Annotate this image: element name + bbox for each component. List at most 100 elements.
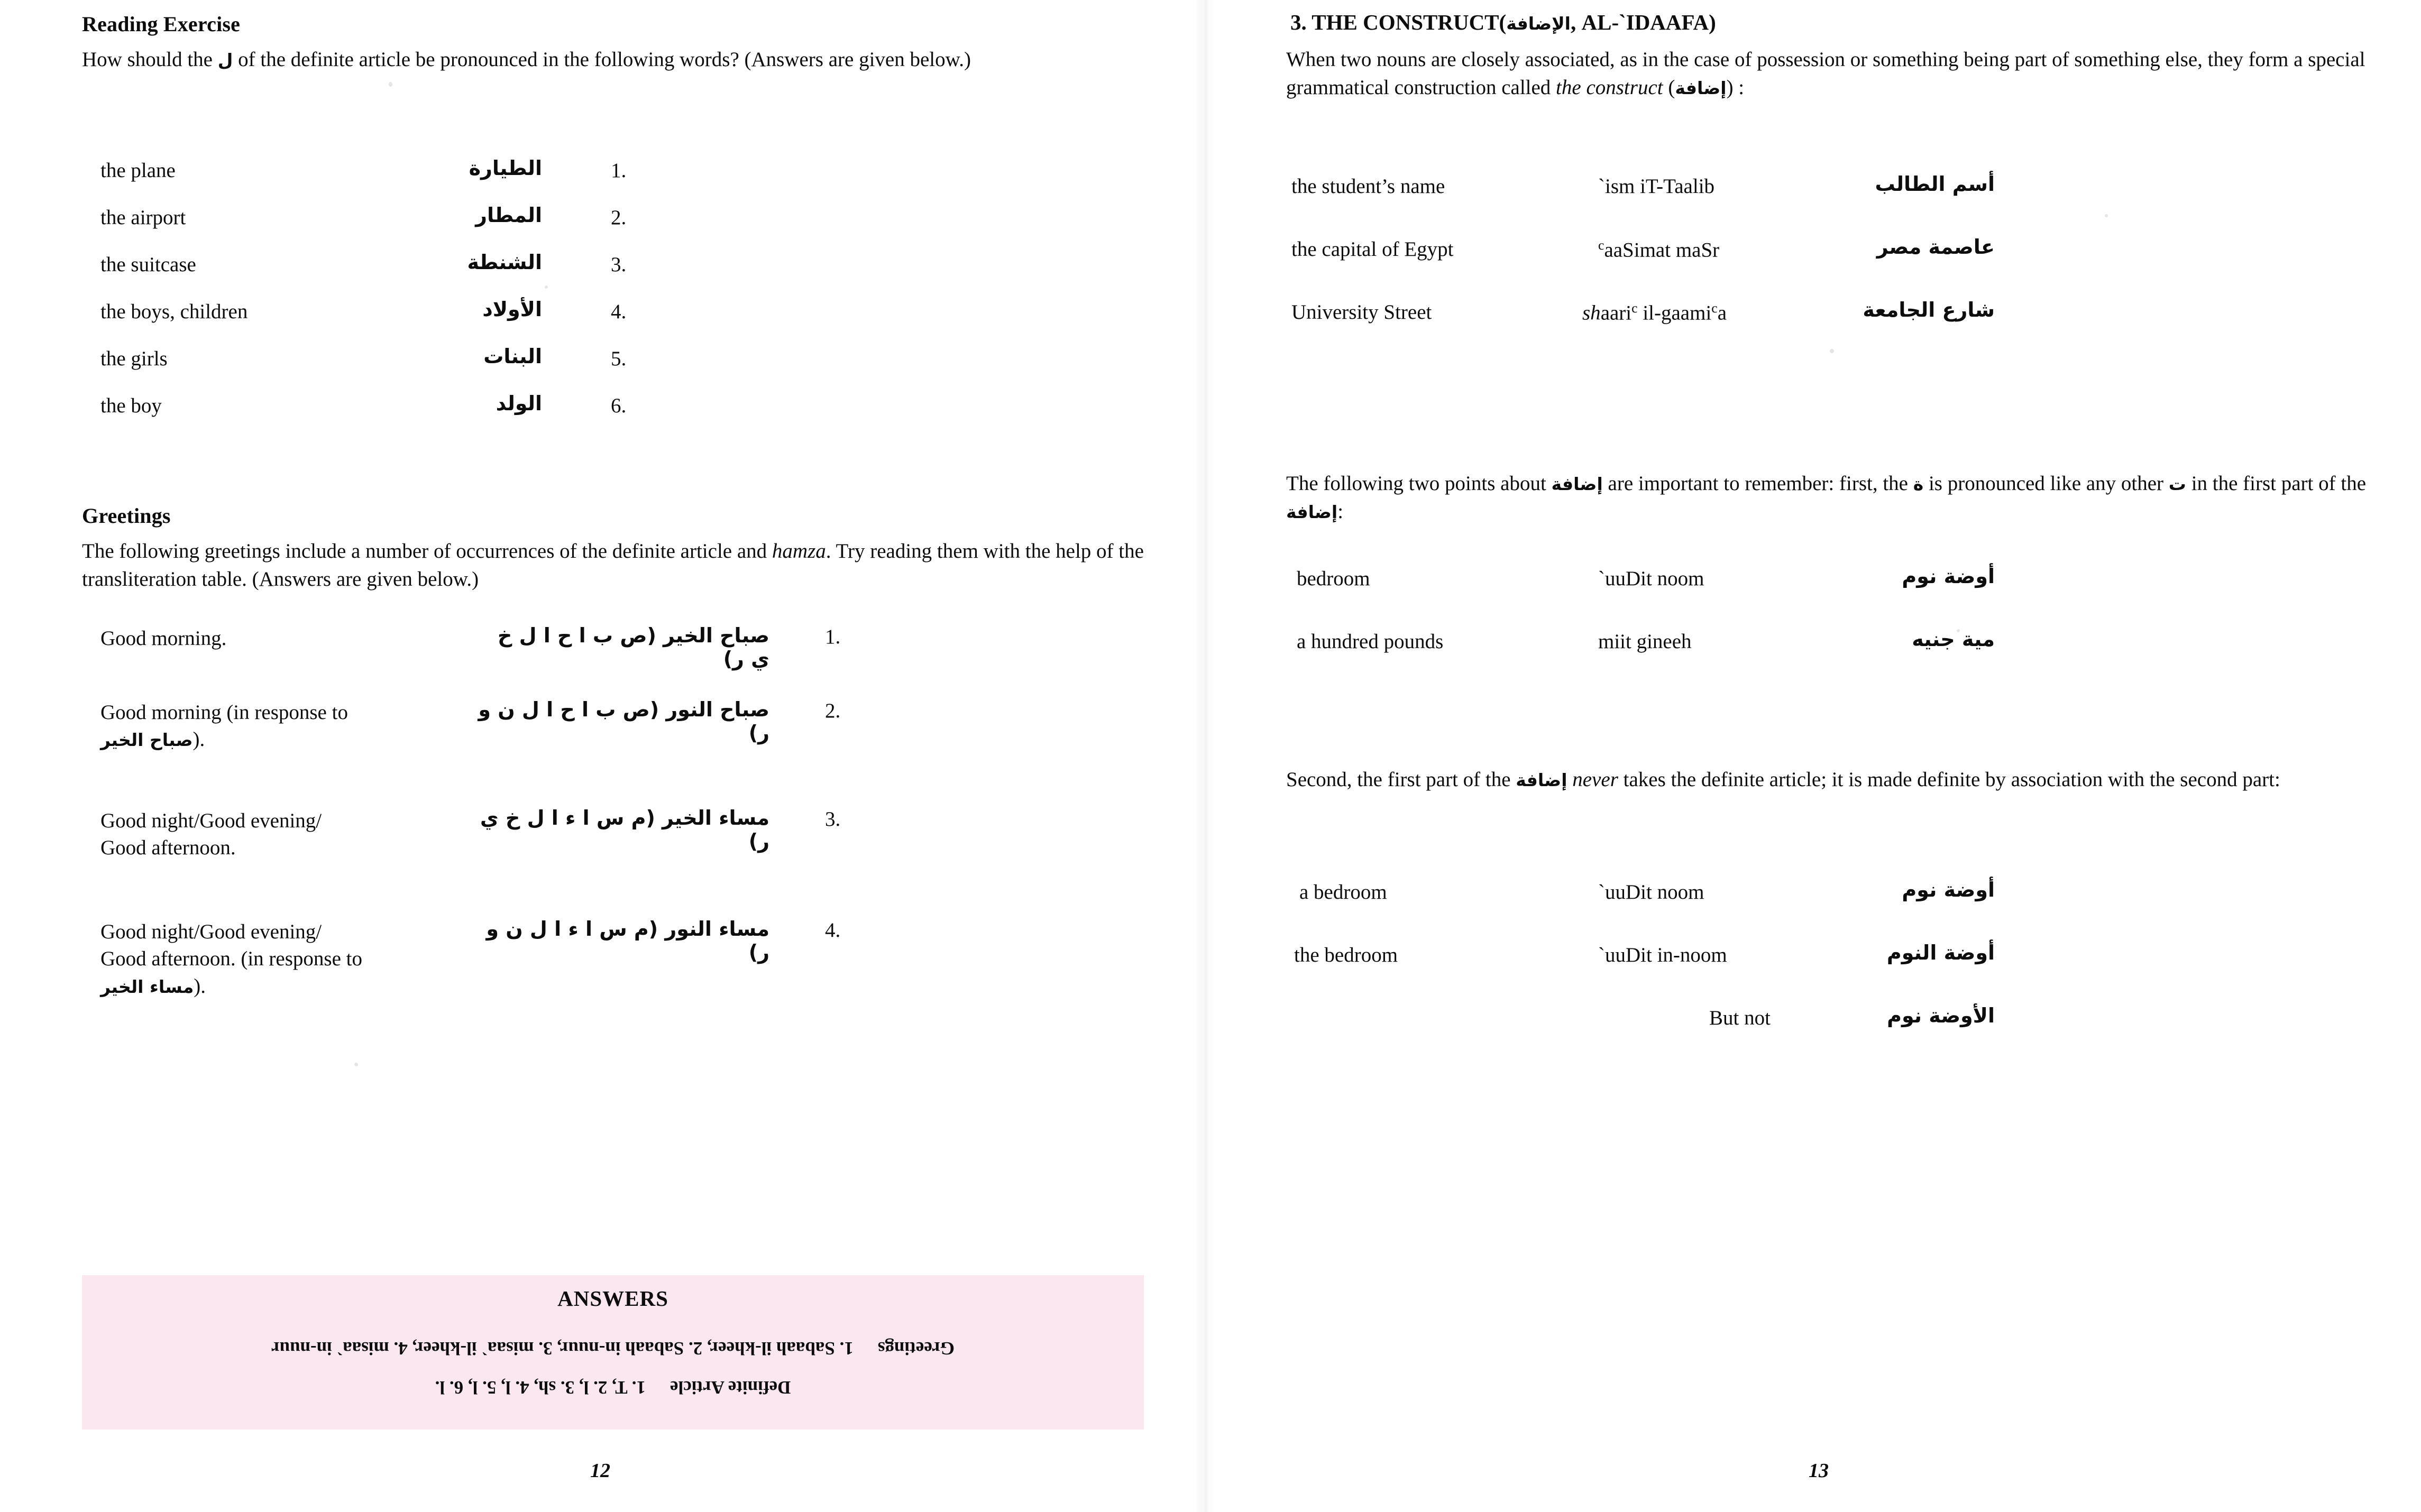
book-spread: Reading Exercise How should the ل of the… — [0, 0, 2421, 1512]
construct-examples-list-2: bedroom `uuDit noom أوضة نوم a hundred p… — [1286, 565, 2185, 693]
example-row: a hundred pounds miit gineeh مية جنيه — [1286, 628, 2185, 693]
greetings-intro: The following greetings include a number… — [82, 537, 1145, 593]
answers-box: ANSWERS Greetings 1. Sabaah il-kheer, 2.… — [82, 1275, 1144, 1430]
section-number: 3. — [1290, 10, 1307, 34]
vocab-arabic: الولد — [496, 392, 542, 415]
greeting-row: Good night/Good evening/ Good afternoon.… — [82, 806, 1087, 918]
vocab-arabic: الطيارة — [469, 156, 542, 180]
vocab-number: 6. — [611, 394, 627, 417]
vocab-row: the boy الولد 6. — [82, 392, 690, 441]
construct-examples-list-1: the student’s name `ism iT-Taalib أسم ال… — [1286, 172, 2185, 363]
answers-greetings-row: Greetings 1. Sabaah il-kheer, 2. Sabaah … — [82, 1338, 1144, 1359]
page-gutter — [1196, 0, 1215, 1512]
greeting-arabic: مساء الخير (م س ا ء ا ل خ ي ر) — [480, 806, 769, 853]
greeting-arabic: صباح النور (ص ب ا ح ا ل ن و ر) — [478, 698, 769, 744]
construct-intro-arabic: إضافة — [1675, 78, 1727, 99]
greeting-english: Good night/Good evening/ Good afternoon. — [100, 809, 322, 860]
second-italic-never: never — [1572, 768, 1618, 791]
greeting-english-part2: ). — [192, 728, 205, 751]
vocab-number: 1. — [611, 159, 627, 182]
points-arabic-idaafa-2: إضافة — [1286, 502, 1338, 523]
greetings-intro-part1: The following greetings include a number… — [82, 540, 767, 563]
construct-intro-paragraph: When two nouns are closely associated, a… — [1286, 45, 2378, 102]
vocab-row: the girls البنات 5. — [82, 345, 690, 394]
greeting-row: Good night/Good evening/ Good afternoon.… — [82, 917, 1087, 1029]
page-number-left: 12 — [590, 1460, 610, 1482]
answers-greetings-body: 1. Sabaah il-kheer, 2. Sabaah in-nuur, 3… — [271, 1338, 854, 1359]
greeting-english-arabic: مساء الخير — [100, 976, 194, 997]
vocabulary-list: the plane الطيارة 1. the airport المطار … — [82, 156, 690, 441]
example-transliteration-text: aaSimat maSr — [1604, 238, 1720, 262]
example-english: a bedroom — [1299, 881, 1387, 903]
greeting-number: 1. — [825, 625, 841, 648]
example-transliteration: `ism iT-Taalib — [1598, 175, 1715, 198]
example-row: bedroom `uuDit noom أوضة نوم — [1286, 565, 2185, 630]
example-transliteration: `uuDit noom — [1598, 567, 1704, 590]
greeting-english-part1: Good morning (in response to — [100, 701, 348, 724]
construct-intro-part1: When two nouns are closely associated, a… — [1286, 48, 2365, 99]
section-paren-open: ( — [1499, 10, 1507, 34]
answers-title: ANSWERS — [557, 1286, 668, 1311]
reading-exercise-heading: Reading Exercise — [82, 12, 241, 36]
example-transliteration: shaaric il-gaamica — [1582, 300, 1727, 325]
page-number-right: 13 — [1809, 1460, 1829, 1482]
points-part2: are important to remember: first, the — [1608, 472, 1908, 495]
example-arabic: مية جنيه — [1912, 628, 1995, 651]
points-arabic-idaafa-1: إضافة — [1551, 474, 1603, 494]
scan-speck — [389, 82, 392, 87]
greeting-number: 3. — [825, 808, 841, 831]
example-transliteration: caaSimat maSr — [1598, 237, 1719, 262]
second-part2: takes the definite article; it is made d… — [1623, 768, 2280, 791]
points-part3: is pronounced like any other — [1928, 472, 2164, 495]
greeting-english: Good night/Good evening/ Good afternoon.… — [100, 918, 365, 1000]
translit-italic-sh: sh — [1582, 301, 1601, 325]
construct-intro-paren: ( — [1668, 76, 1675, 99]
greeting-number: 2. — [825, 699, 841, 722]
greeting-english-part1: Good night/Good evening/ Good afternoon.… — [100, 920, 362, 971]
second-arabic-idaafa: إضافة — [1516, 770, 1567, 790]
example-english: the capital of Egypt — [1291, 238, 1454, 261]
vocab-english: the boys, children — [100, 300, 248, 323]
greeting-english-arabic: صباح الخير — [100, 730, 193, 751]
left-page: Reading Exercise How should the ل of the… — [0, 0, 1200, 1512]
points-arabic-taa-marbuta: ة — [1913, 474, 1924, 494]
vocab-number: 4. — [611, 300, 627, 323]
reading-exercise-intro: How should the ل of the definite article… — [82, 45, 1140, 73]
example-english: bedroom — [1297, 567, 1370, 590]
greeting-english: Good morning. — [100, 627, 227, 650]
example-english: a hundred pounds — [1297, 630, 1444, 653]
scan-speck — [545, 285, 548, 289]
example-english: the student’s name — [1291, 175, 1445, 198]
points-paragraph: The following two points about إضافة are… — [1286, 469, 2381, 525]
example-english: University Street — [1291, 301, 1432, 324]
scan-speck — [1957, 629, 1960, 632]
vocab-number: 3. — [611, 253, 627, 276]
second-part1: Second, the first part of the — [1286, 768, 1511, 791]
points-part5: : — [1337, 500, 1344, 523]
greeting-arabic: صباح الخير (ص ب ا ح ا ل خ ي ر) — [497, 624, 769, 670]
vocab-row: the suitcase الشنطة 3. — [82, 251, 690, 300]
example-row: But not الأوضة نوم — [1286, 1004, 2185, 1069]
greeting-row: Good morning (in response to صباح الخير)… — [82, 698, 1087, 807]
example-row: the student’s name `ism iT-Taalib أسم ال… — [1286, 172, 2185, 237]
translit-rest1: aari — [1600, 301, 1632, 325]
scan-speck — [354, 1063, 358, 1066]
example-arabic: أوضة نوم — [1902, 565, 1995, 588]
reading-intro-before: How should the — [82, 48, 213, 71]
example-arabic: أوضة نوم — [1902, 878, 1995, 901]
greeting-row: Good morning. صباح الخير (ص ب ا ح ا ل خ … — [82, 624, 1087, 699]
vocab-english: the airport — [100, 206, 186, 229]
example-english: the bedroom — [1294, 944, 1398, 966]
example-transliteration: `uuDit in-noom — [1598, 944, 1727, 966]
greetings-heading: Greetings — [82, 504, 171, 528]
example-arabic: الأوضة نوم — [1887, 1004, 1995, 1027]
vocab-english: the boy — [100, 394, 162, 417]
points-arabic-taa: ت — [2168, 474, 2186, 494]
construct-intro-italic: the construct — [1556, 76, 1663, 99]
ayin-superscript: c — [1631, 300, 1638, 316]
answers-article-label: Definite Article — [670, 1377, 791, 1398]
example-row: the capital of Egypt caaSimat maSr عاصمة… — [1286, 235, 2185, 300]
section-title-translit: , AL-`IDAAFA) — [1570, 10, 1716, 34]
example-transliteration: `uuDit noom — [1598, 881, 1704, 903]
reading-intro-after: of the definite article be pronounced in… — [238, 48, 971, 71]
